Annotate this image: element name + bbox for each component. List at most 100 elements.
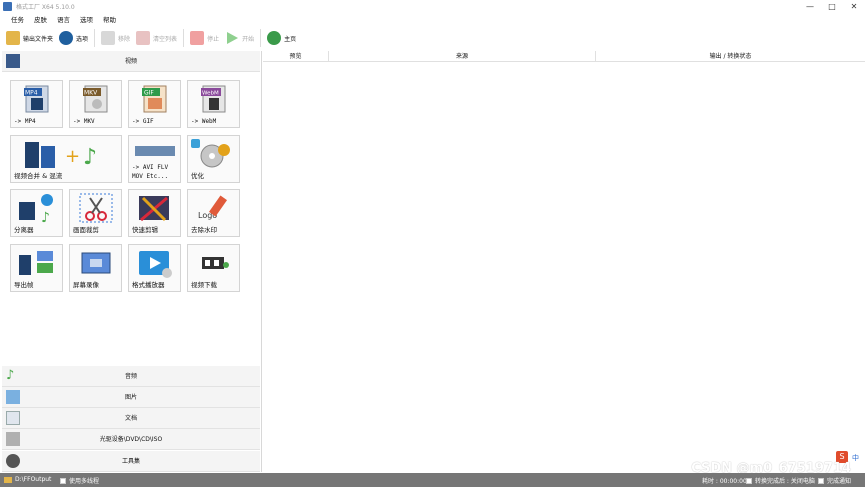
tile-label: 视频下载	[191, 281, 217, 289]
home-globe-icon	[267, 31, 282, 45]
minimize-button[interactable]: —	[799, 0, 821, 14]
tile-label: 去除水印	[191, 226, 217, 234]
tile-quick-cut[interactable]: 快速剪辑	[128, 189, 181, 237]
quick-cut-icon	[139, 196, 169, 222]
output-folder-button[interactable]: 输出文件夹	[6, 28, 53, 48]
clear-list-button[interactable]: 清空列表	[136, 28, 177, 48]
tile-label: 分离器	[14, 226, 34, 234]
tile-label: 屏幕录像	[73, 281, 99, 289]
notify-checkbox[interactable]	[818, 477, 824, 484]
category-panel: 视频 MP4 -> MP4 MKV -> MKV GIF -> GIF WebM…	[0, 51, 262, 472]
remove-icon	[101, 31, 116, 45]
menu-options[interactable]: 选项	[75, 14, 98, 26]
menu-tasks[interactable]: 任务	[6, 14, 29, 26]
shutdown-checkbox[interactable]	[746, 477, 752, 484]
tile-mkv[interactable]: MKV -> MKV	[69, 80, 122, 128]
menu-bar: 任务 皮肤 语言 选项 帮助	[0, 14, 865, 26]
svg-text:♪: ♪	[41, 210, 50, 226]
tile-label-2: MOV Etc...	[132, 173, 169, 180]
menu-skin[interactable]: 皮肤	[29, 14, 52, 26]
options-icon	[59, 31, 74, 45]
tile-export-frames[interactable]: 导出帧	[10, 244, 63, 292]
app-icon	[3, 2, 12, 11]
category-rom-device[interactable]: 光驱设备\DVD\CD\ISO	[2, 429, 260, 450]
svg-text:+: +	[65, 146, 80, 167]
menu-language[interactable]: 语言	[52, 14, 75, 26]
tile-gif[interactable]: GIF -> GIF	[128, 80, 181, 128]
menu-help[interactable]: 帮助	[98, 14, 121, 26]
category-video[interactable]: 视频	[2, 51, 260, 72]
remove-button[interactable]: 移除	[101, 28, 130, 48]
notify-option[interactable]: 完成通知	[818, 476, 851, 485]
multithread-checkbox[interactable]	[60, 477, 66, 484]
category-document[interactable]: 文档	[2, 408, 260, 429]
mkv-badge: MKV	[84, 90, 98, 97]
tile-optimize[interactable]: 优化	[187, 135, 240, 183]
webm-badge: WebM	[202, 91, 219, 97]
tile-label: -> AVI FLV	[132, 164, 169, 171]
svg-text:♪: ♪	[83, 145, 97, 170]
tile-screen-record[interactable]: 屏幕录像	[69, 244, 122, 292]
category-audio[interactable]: ♪ 音频	[2, 366, 260, 387]
output-path: D:\FFOutput	[15, 476, 52, 483]
export-frames-icon	[19, 251, 53, 275]
task-list[interactable]: 预览 来源 输出 / 转换状态	[263, 51, 865, 472]
format-strip-icon	[135, 146, 175, 156]
toolbar-divider	[94, 29, 96, 47]
toolbar-divider	[183, 29, 185, 47]
tile-mp4[interactable]: MP4 -> MP4	[10, 80, 63, 128]
status-bar: D:\FFOutput 使用多线程 耗时 : 00:00:00 转换完成后 : …	[0, 473, 865, 487]
tile-label: -> GIF	[132, 118, 154, 125]
tile-splitter[interactable]: ♪ 分离器	[10, 189, 63, 237]
title-bar: 格式工厂 X64 5.10.0 — □ ✕	[0, 0, 865, 14]
toolbar-divider	[260, 29, 262, 47]
tile-crop[interactable]: 画面裁剪	[69, 189, 122, 237]
screen-record-icon	[81, 252, 111, 274]
tile-avi-flv-mov[interactable]: -> AVI FLV MOV Etc...	[128, 135, 181, 183]
column-preview[interactable]: 预览	[263, 51, 329, 62]
toolbar: 输出文件夹 选项 移除 清空列表 停止 开始 主页	[0, 27, 865, 49]
category-toolbox[interactable]: 工具集	[2, 451, 260, 472]
video-download-icon	[202, 257, 229, 269]
tile-video-download[interactable]: 视频下载	[187, 244, 240, 292]
tile-label: 优化	[191, 172, 204, 180]
options-button[interactable]: 选项	[59, 28, 88, 48]
tile-merge-mux[interactable]: + ♪ 视频合并 & 混流	[10, 135, 122, 183]
tile-label: 格式播放器	[132, 281, 165, 289]
splitter-icon: ♪	[19, 194, 53, 226]
category-image[interactable]: 图片	[2, 387, 260, 408]
maximize-button[interactable]: □	[821, 0, 843, 14]
elapsed-time: 耗时 : 00:00:00	[702, 478, 747, 485]
column-output-status[interactable]: 输出 / 转换状态	[596, 51, 865, 62]
gif-file-icon: GIF	[142, 85, 167, 113]
column-source[interactable]: 来源	[329, 51, 596, 62]
start-button[interactable]: 开始	[225, 28, 254, 48]
mp4-badge: MP4	[25, 90, 38, 97]
tile-webm[interactable]: WebM -> WebM	[187, 80, 240, 128]
tile-player[interactable]: 格式播放器	[128, 244, 181, 292]
stop-icon	[190, 31, 205, 45]
output-path-item[interactable]: D:\FFOutput	[4, 476, 51, 483]
tile-label: 视频合并 & 混流	[14, 172, 63, 180]
eraser-logo-icon: Logo	[198, 195, 228, 220]
folder-icon	[6, 31, 20, 45]
gif-badge: GIF	[144, 90, 154, 97]
tile-label: 快速剪辑	[132, 226, 158, 234]
home-button[interactable]: 主页	[267, 28, 296, 48]
window-title: 格式工厂 X64 5.10.0	[16, 4, 75, 11]
ime-zh-icon: 中	[852, 454, 859, 462]
webm-file-icon: WebM	[201, 85, 226, 113]
shutdown-after-option[interactable]: 转换完成后 : 关闭电脑	[746, 476, 815, 485]
tile-label: -> MP4	[14, 118, 36, 125]
multithread-option[interactable]: 使用多线程	[60, 476, 99, 485]
stop-button[interactable]: 停止	[190, 28, 219, 48]
mkv-file-icon: MKV	[83, 85, 108, 113]
optimize-disc-gear-icon	[200, 144, 230, 168]
tile-label: 画面裁剪	[73, 226, 99, 234]
close-button[interactable]: ✕	[843, 0, 865, 14]
clear-icon	[136, 31, 151, 45]
merge-film-music-icon: + ♪	[25, 142, 97, 170]
tile-remove-watermark[interactable]: Logo 去除水印	[187, 189, 240, 237]
tile-label: -> WebM	[191, 118, 217, 125]
player-icon	[139, 251, 172, 278]
